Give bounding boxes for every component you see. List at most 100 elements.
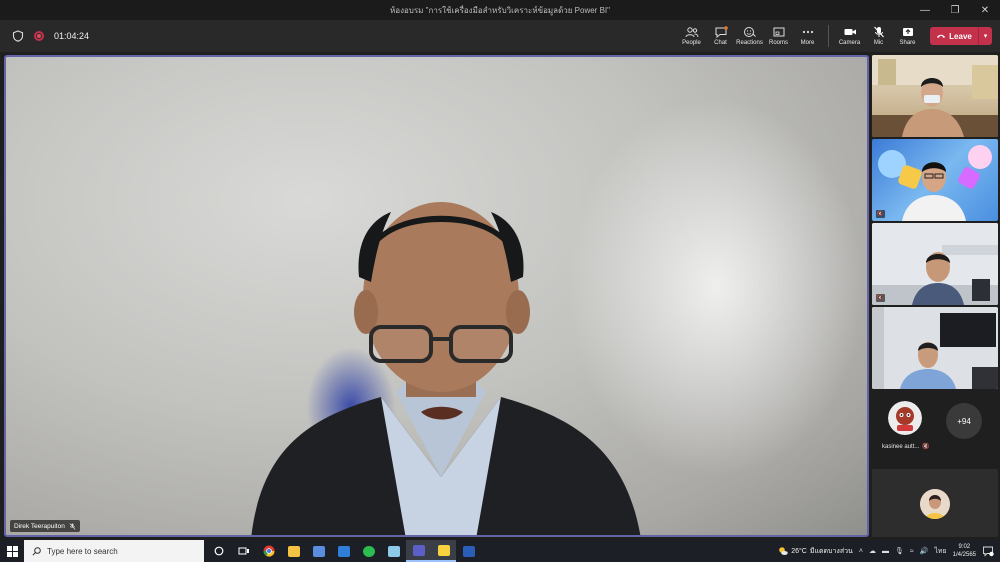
- people-label: People: [682, 40, 701, 46]
- maximize-icon[interactable]: ❐: [940, 0, 970, 20]
- teams-icon[interactable]: [406, 540, 431, 562]
- overflow-count: +94: [957, 416, 971, 426]
- system-tray: 26°C มีแดดบางส่วน ˄ ☁ ▬ 🎙 ≈ 🔊 ไทย 9:02 1…: [778, 540, 1000, 562]
- more-icon: [802, 30, 813, 34]
- weather-widget[interactable]: 26°C มีแดดบางส่วน: [778, 546, 853, 557]
- shield-icon[interactable]: [12, 30, 24, 42]
- taskbar-search[interactable]: Type here to search: [24, 540, 204, 562]
- sticky-notes-icon[interactable]: [431, 540, 456, 562]
- language-indicator[interactable]: ไทย: [934, 546, 946, 557]
- microphone-icon[interactable]: 🎙: [895, 547, 904, 555]
- volume-icon[interactable]: 🔊: [920, 547, 929, 555]
- chat-button[interactable]: Chat: [706, 20, 735, 52]
- reactions-icon: [743, 27, 756, 37]
- avatar[interactable]: [888, 401, 922, 435]
- notification-icon[interactable]: [982, 545, 994, 557]
- clock-time: 9:02: [958, 544, 971, 550]
- task-view-icon[interactable]: [231, 540, 256, 562]
- leave-label: Leave: [949, 31, 972, 41]
- overflow-participants-button[interactable]: +94: [946, 403, 982, 439]
- camera-label: Camera: [838, 40, 861, 46]
- leave-main[interactable]: Leave: [930, 32, 978, 41]
- chrome-icon[interactable]: [256, 540, 281, 562]
- taskbar-apps: [206, 540, 481, 562]
- file-explorer-icon[interactable]: [281, 540, 306, 562]
- windows-logo-icon: [6, 545, 18, 557]
- clock-date: 1/4/2565: [952, 552, 976, 558]
- rooms-label: Rooms: [768, 40, 788, 46]
- participant-video-tile[interactable]: [872, 55, 998, 137]
- participant-avatar-image: [888, 401, 922, 435]
- rooms-button[interactable]: Rooms: [764, 20, 793, 52]
- window-controls: — ❐ ✕: [910, 0, 1000, 20]
- close-icon[interactable]: ✕: [970, 0, 1000, 20]
- network-icon[interactable]: ▬: [882, 548, 889, 555]
- participant-video-tile[interactable]: 🔇: [872, 139, 998, 221]
- meeting-timer: 01:04:24: [54, 31, 90, 41]
- camera-button[interactable]: Camera: [835, 20, 864, 52]
- self-view-tile[interactable]: [872, 469, 998, 537]
- share-label: Share: [899, 40, 916, 46]
- mic-label: Mic: [873, 40, 884, 46]
- participant-gallery: 🔇 🔇 kasinee autt... 🔇 +94: [872, 55, 1000, 537]
- minimize-icon[interactable]: —: [910, 0, 940, 20]
- word-icon[interactable]: [456, 540, 481, 562]
- mic-icon: [873, 26, 884, 38]
- search-placeholder: Type here to search: [47, 546, 118, 556]
- speaker-name: Direk Teerapuiton: [14, 522, 65, 530]
- more-label: More: [800, 40, 815, 46]
- hangup-icon: [937, 34, 946, 38]
- avatar-label: kasinee autt... 🔇: [882, 443, 930, 451]
- taskbar-clock[interactable]: 9:02 1/4/2565: [953, 543, 976, 559]
- meeting-status: 01:04:24: [12, 20, 89, 52]
- chevron-up-icon[interactable]: ˄: [859, 548, 863, 555]
- participant-video: [872, 55, 998, 137]
- reactions-label: Reactions: [736, 40, 763, 46]
- cloud-icon[interactable]: ☁: [869, 547, 876, 555]
- mic-muted-icon: 🔇: [876, 210, 885, 218]
- reactions-button[interactable]: Reactions: [735, 20, 764, 52]
- participant-video-tile[interactable]: [872, 307, 998, 389]
- recording-icon: [34, 31, 44, 41]
- weather-text: มีแดดบางส่วน: [809, 547, 853, 555]
- more-button[interactable]: More: [793, 20, 822, 52]
- mic-muted-icon: 🔇: [876, 294, 885, 302]
- share-button[interactable]: Share: [893, 20, 922, 52]
- rooms-icon: [773, 27, 784, 37]
- participant-name: kasinee autt...: [882, 443, 920, 450]
- leave-button[interactable]: Leave ▾: [930, 27, 992, 45]
- window-titlebar: ห้องอบรม "การใช้เครื่องมือสำหรับวิเคราะห…: [0, 0, 1000, 20]
- speaker-nameplate: Direk Teerapuiton: [10, 520, 80, 532]
- meeting-controls: People Chat Reactions Rooms More Camera …: [677, 20, 992, 52]
- search-icon: [32, 546, 41, 556]
- chat-icon: [715, 26, 728, 38]
- participant-video: [872, 307, 998, 389]
- mic-muted-icon: 🔇: [922, 444, 930, 450]
- wifi-icon[interactable]: ≈: [910, 548, 914, 555]
- window-title: ห้องอบรม "การใช้เครื่องมือสำหรับวิเคราะห…: [390, 5, 610, 15]
- partly-sunny-icon: [779, 547, 789, 555]
- windows-taskbar: Type here to search 26°C มีแดดบางส่วน ˄ …: [0, 540, 1000, 562]
- self-avatar-image: [920, 489, 950, 519]
- speaker-video: [251, 202, 641, 535]
- share-icon: [902, 28, 913, 36]
- main-video-stage[interactable]: Direk Teerapuiton: [4, 55, 869, 537]
- mic-button[interactable]: Mic: [864, 20, 893, 52]
- meeting-toolbar: 01:04:24 People Chat Reactions Rooms Mor…: [0, 20, 1000, 52]
- toolbar-divider: [828, 25, 829, 47]
- mic-muted-icon: [69, 522, 76, 530]
- participant-video: [878, 145, 992, 221]
- participant-video: [872, 223, 998, 305]
- camera-icon: [844, 29, 856, 35]
- cortana-icon[interactable]: [206, 540, 231, 562]
- chevron-down-icon[interactable]: ▾: [978, 27, 992, 45]
- start-button[interactable]: [0, 540, 24, 562]
- mail-icon[interactable]: [331, 540, 356, 562]
- avatar-row: kasinee autt... 🔇 +94: [872, 395, 998, 455]
- line-icon[interactable]: [356, 540, 381, 562]
- people-button[interactable]: People: [677, 20, 706, 52]
- people-icon: [685, 27, 698, 38]
- participant-video-tile[interactable]: 🔇: [872, 223, 998, 305]
- store-icon[interactable]: [306, 540, 331, 562]
- notepad-icon[interactable]: [381, 540, 406, 562]
